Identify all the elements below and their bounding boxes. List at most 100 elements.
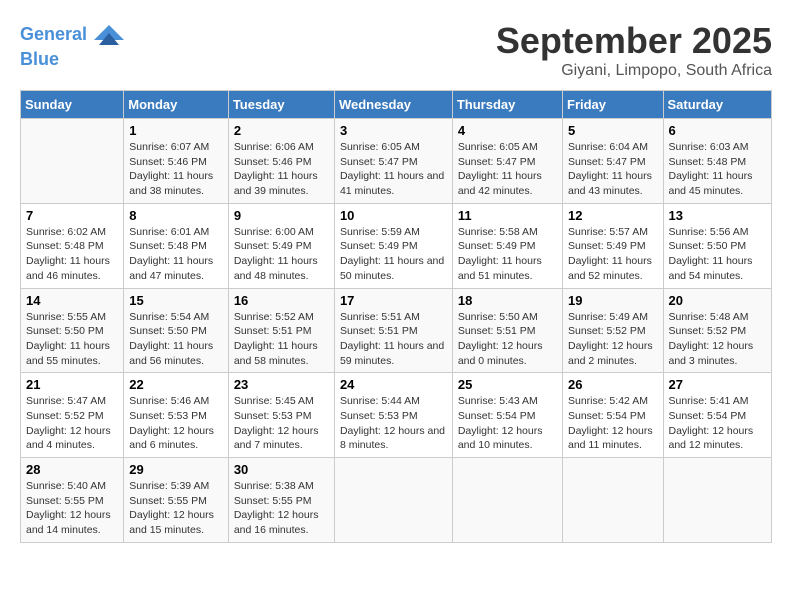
day-number: 4: [458, 123, 557, 138]
weekday-header-sunday: Sunday: [21, 91, 124, 119]
day-number: 19: [568, 293, 658, 308]
calendar-cell: 12 Sunrise: 5:57 AMSunset: 5:49 PMDaylig…: [563, 203, 664, 288]
weekday-header-monday: Monday: [124, 91, 229, 119]
cell-info: Sunrise: 5:40 AMSunset: 5:55 PMDaylight:…: [26, 479, 118, 538]
logo: General Blue: [20, 20, 124, 70]
calendar-cell: 24 Sunrise: 5:44 AMSunset: 5:53 PMDaylig…: [334, 373, 452, 458]
day-number: 5: [568, 123, 658, 138]
cell-info: Sunrise: 5:48 AMSunset: 5:52 PMDaylight:…: [669, 310, 767, 369]
cell-info: Sunrise: 6:01 AMSunset: 5:48 PMDaylight:…: [129, 225, 223, 284]
calendar-cell: 23 Sunrise: 5:45 AMSunset: 5:53 PMDaylig…: [228, 373, 334, 458]
day-number: 12: [568, 208, 658, 223]
day-number: 7: [26, 208, 118, 223]
calendar-cell: [21, 119, 124, 204]
cell-info: Sunrise: 5:39 AMSunset: 5:55 PMDaylight:…: [129, 479, 223, 538]
day-number: 15: [129, 293, 223, 308]
logo-text2: Blue: [20, 50, 124, 70]
day-number: 9: [234, 208, 329, 223]
calendar-cell: 21 Sunrise: 5:47 AMSunset: 5:52 PMDaylig…: [21, 373, 124, 458]
cell-info: Sunrise: 6:03 AMSunset: 5:48 PMDaylight:…: [669, 140, 767, 199]
week-row-1: 1 Sunrise: 6:07 AMSunset: 5:46 PMDayligh…: [21, 119, 772, 204]
day-number: 30: [234, 462, 329, 477]
day-number: 18: [458, 293, 557, 308]
calendar-cell: 26 Sunrise: 5:42 AMSunset: 5:54 PMDaylig…: [563, 373, 664, 458]
calendar-table: SundayMondayTuesdayWednesdayThursdayFrid…: [20, 90, 772, 543]
cell-info: Sunrise: 6:07 AMSunset: 5:46 PMDaylight:…: [129, 140, 223, 199]
cell-info: Sunrise: 5:55 AMSunset: 5:50 PMDaylight:…: [26, 310, 118, 369]
cell-info: Sunrise: 5:59 AMSunset: 5:49 PMDaylight:…: [340, 225, 447, 284]
calendar-cell: 17 Sunrise: 5:51 AMSunset: 5:51 PMDaylig…: [334, 288, 452, 373]
cell-info: Sunrise: 5:50 AMSunset: 5:51 PMDaylight:…: [458, 310, 557, 369]
calendar-cell: 28 Sunrise: 5:40 AMSunset: 5:55 PMDaylig…: [21, 458, 124, 543]
calendar-cell: 7 Sunrise: 6:02 AMSunset: 5:48 PMDayligh…: [21, 203, 124, 288]
cell-info: Sunrise: 5:42 AMSunset: 5:54 PMDaylight:…: [568, 394, 658, 453]
cell-info: Sunrise: 6:06 AMSunset: 5:46 PMDaylight:…: [234, 140, 329, 199]
cell-info: Sunrise: 6:04 AMSunset: 5:47 PMDaylight:…: [568, 140, 658, 199]
calendar-cell: 10 Sunrise: 5:59 AMSunset: 5:49 PMDaylig…: [334, 203, 452, 288]
cell-info: Sunrise: 5:43 AMSunset: 5:54 PMDaylight:…: [458, 394, 557, 453]
logo-text: General: [20, 20, 124, 50]
cell-info: Sunrise: 5:45 AMSunset: 5:53 PMDaylight:…: [234, 394, 329, 453]
cell-info: Sunrise: 5:57 AMSunset: 5:49 PMDaylight:…: [568, 225, 658, 284]
title-block: September 2025 Giyani, Limpopo, South Af…: [496, 20, 772, 80]
cell-info: Sunrise: 5:41 AMSunset: 5:54 PMDaylight:…: [669, 394, 767, 453]
calendar-cell: 29 Sunrise: 5:39 AMSunset: 5:55 PMDaylig…: [124, 458, 229, 543]
cell-info: Sunrise: 5:44 AMSunset: 5:53 PMDaylight:…: [340, 394, 447, 453]
cell-info: Sunrise: 6:00 AMSunset: 5:49 PMDaylight:…: [234, 225, 329, 284]
calendar-cell: 20 Sunrise: 5:48 AMSunset: 5:52 PMDaylig…: [663, 288, 772, 373]
cell-info: Sunrise: 5:52 AMSunset: 5:51 PMDaylight:…: [234, 310, 329, 369]
day-number: 24: [340, 377, 447, 392]
calendar-cell: 5 Sunrise: 6:04 AMSunset: 5:47 PMDayligh…: [563, 119, 664, 204]
cell-info: Sunrise: 5:38 AMSunset: 5:55 PMDaylight:…: [234, 479, 329, 538]
day-number: 16: [234, 293, 329, 308]
calendar-cell: [334, 458, 452, 543]
weekday-header-saturday: Saturday: [663, 91, 772, 119]
day-number: 8: [129, 208, 223, 223]
cell-info: Sunrise: 5:47 AMSunset: 5:52 PMDaylight:…: [26, 394, 118, 453]
calendar-cell: 25 Sunrise: 5:43 AMSunset: 5:54 PMDaylig…: [452, 373, 562, 458]
calendar-cell: 3 Sunrise: 6:05 AMSunset: 5:47 PMDayligh…: [334, 119, 452, 204]
day-number: 17: [340, 293, 447, 308]
cell-info: Sunrise: 5:51 AMSunset: 5:51 PMDaylight:…: [340, 310, 447, 369]
day-number: 13: [669, 208, 767, 223]
day-number: 28: [26, 462, 118, 477]
day-number: 21: [26, 377, 118, 392]
calendar-cell: 27 Sunrise: 5:41 AMSunset: 5:54 PMDaylig…: [663, 373, 772, 458]
calendar-cell: 4 Sunrise: 6:05 AMSunset: 5:47 PMDayligh…: [452, 119, 562, 204]
month-title: September 2025: [496, 20, 772, 62]
weekday-header-row: SundayMondayTuesdayWednesdayThursdayFrid…: [21, 91, 772, 119]
weekday-header-friday: Friday: [563, 91, 664, 119]
day-number: 11: [458, 208, 557, 223]
day-number: 10: [340, 208, 447, 223]
calendar-cell: 6 Sunrise: 6:03 AMSunset: 5:48 PMDayligh…: [663, 119, 772, 204]
cell-info: Sunrise: 5:46 AMSunset: 5:53 PMDaylight:…: [129, 394, 223, 453]
calendar-cell: 30 Sunrise: 5:38 AMSunset: 5:55 PMDaylig…: [228, 458, 334, 543]
day-number: 6: [669, 123, 767, 138]
week-row-5: 28 Sunrise: 5:40 AMSunset: 5:55 PMDaylig…: [21, 458, 772, 543]
cell-info: Sunrise: 5:58 AMSunset: 5:49 PMDaylight:…: [458, 225, 557, 284]
page-header: General Blue September 2025 Giyani, Limp…: [20, 20, 772, 80]
location-subtitle: Giyani, Limpopo, South Africa: [496, 62, 772, 80]
cell-info: Sunrise: 6:02 AMSunset: 5:48 PMDaylight:…: [26, 225, 118, 284]
calendar-cell: 14 Sunrise: 5:55 AMSunset: 5:50 PMDaylig…: [21, 288, 124, 373]
calendar-cell: 18 Sunrise: 5:50 AMSunset: 5:51 PMDaylig…: [452, 288, 562, 373]
day-number: 29: [129, 462, 223, 477]
day-number: 1: [129, 123, 223, 138]
cell-info: Sunrise: 6:05 AMSunset: 5:47 PMDaylight:…: [458, 140, 557, 199]
week-row-4: 21 Sunrise: 5:47 AMSunset: 5:52 PMDaylig…: [21, 373, 772, 458]
day-number: 3: [340, 123, 447, 138]
day-number: 23: [234, 377, 329, 392]
cell-info: Sunrise: 5:54 AMSunset: 5:50 PMDaylight:…: [129, 310, 223, 369]
day-number: 22: [129, 377, 223, 392]
day-number: 20: [669, 293, 767, 308]
calendar-cell: 22 Sunrise: 5:46 AMSunset: 5:53 PMDaylig…: [124, 373, 229, 458]
weekday-header-tuesday: Tuesday: [228, 91, 334, 119]
calendar-cell: 9 Sunrise: 6:00 AMSunset: 5:49 PMDayligh…: [228, 203, 334, 288]
weekday-header-wednesday: Wednesday: [334, 91, 452, 119]
calendar-cell: 1 Sunrise: 6:07 AMSunset: 5:46 PMDayligh…: [124, 119, 229, 204]
calendar-cell: [663, 458, 772, 543]
week-row-3: 14 Sunrise: 5:55 AMSunset: 5:50 PMDaylig…: [21, 288, 772, 373]
cell-info: Sunrise: 5:56 AMSunset: 5:50 PMDaylight:…: [669, 225, 767, 284]
day-number: 25: [458, 377, 557, 392]
calendar-cell: 16 Sunrise: 5:52 AMSunset: 5:51 PMDaylig…: [228, 288, 334, 373]
